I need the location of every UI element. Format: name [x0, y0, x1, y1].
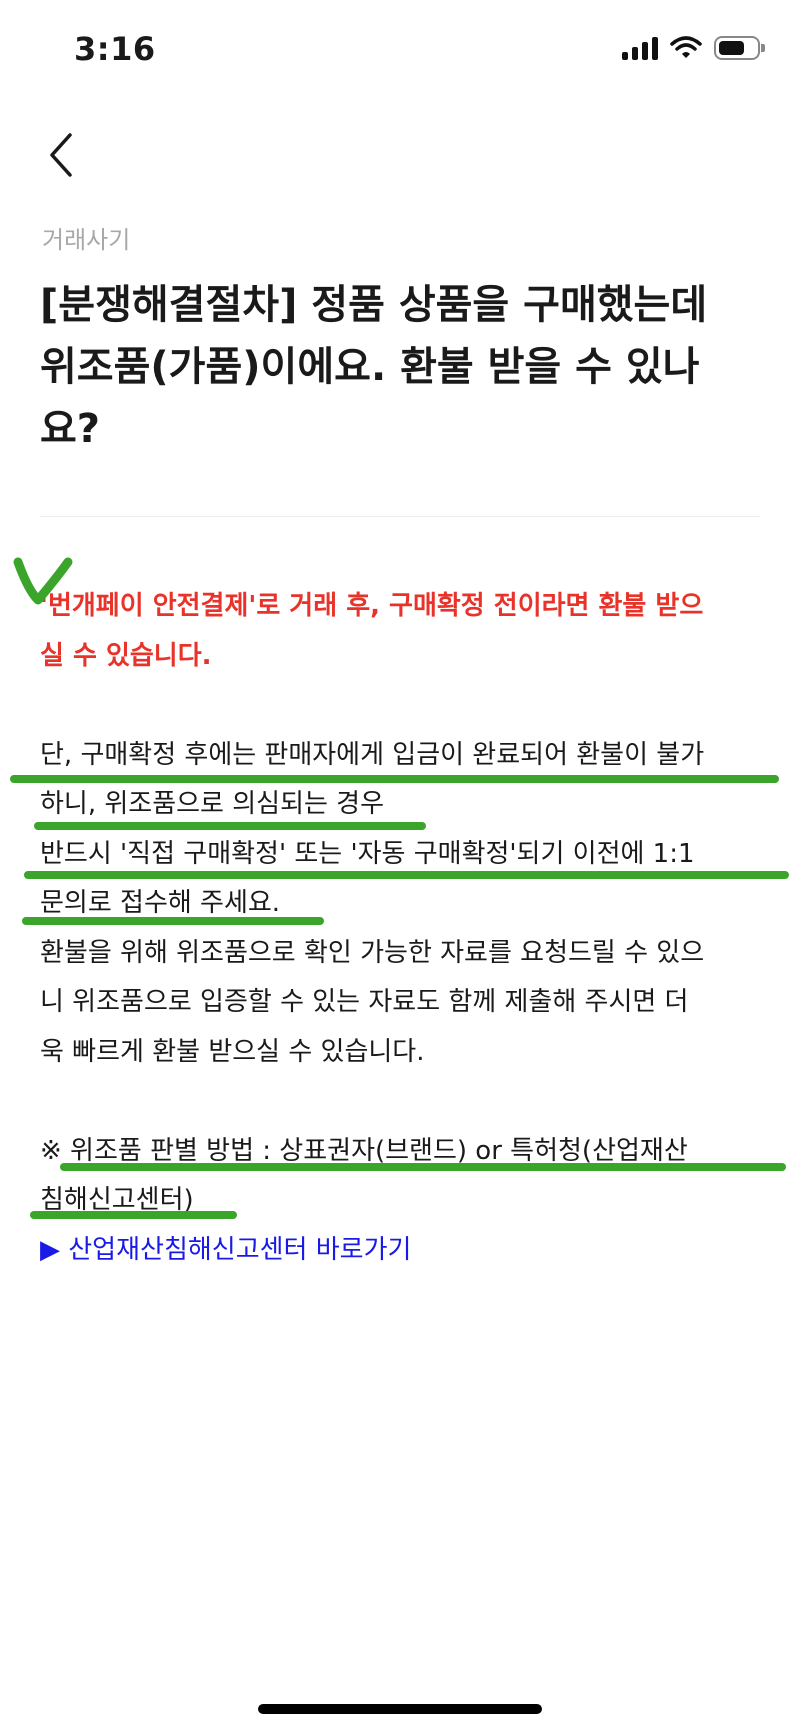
body-line: 환불을 위해 위조품으로 확인 가능한 자료를 요청드릴 수 있으 — [40, 937, 705, 968]
note-line: ※ 위조품 판별 방법 : 상표권자(브랜드) or 특허청(산업재산 — [40, 1135, 688, 1166]
note-line: 침해신고센터) — [40, 1185, 194, 1215]
title-line: [분쟁해결절차] 정품 상품을 구매했는데 — [40, 282, 708, 328]
body-line: 문의로 접수해 주세요. — [40, 888, 281, 918]
body-line: 반드시 '직접 구매확정' 또는 '자동 구매확정'되기 이전에 1:1 — [40, 838, 695, 869]
signal-icon — [622, 36, 658, 60]
article-title: [분쟁해결절차] 정품 상품을 구매했는데 위조품(가품)이에요. 환불 받을 … — [40, 274, 760, 460]
title-divider — [40, 516, 760, 517]
notice-line: '번개페이 안전결제'로 거래 후, 구매확정 전이라면 환불 받으 — [40, 591, 704, 621]
status-icons — [622, 36, 765, 60]
status-bar: 3:16 — [0, 0, 800, 100]
home-indicator[interactable] — [258, 1704, 542, 1714]
chevron-left-icon — [50, 133, 72, 177]
article-body: '번개페이 안전결제'로 거래 후, 구매확정 전이라면 환불 받으 실 수 있… — [40, 582, 770, 1275]
report-center-link[interactable]: ▶ 산업재산침해신고센터 바로가기 — [40, 1226, 770, 1276]
battery-icon — [714, 36, 765, 60]
back-button[interactable] — [42, 130, 82, 180]
title-line: 위조품(가품)이에요. 환불 받을 수 있나 — [40, 344, 700, 390]
article-category: 거래사기 — [42, 226, 131, 254]
body-line: 욱 빠르게 환불 받으실 수 있습니다. — [40, 1036, 425, 1067]
wifi-icon — [670, 36, 702, 58]
status-time: 3:16 — [74, 30, 156, 68]
body-line: 하니, 위조품으로 의심되는 경우 — [40, 789, 385, 819]
body-line: 니 위조품으로 입증할 수 있는 자료도 함께 제출해 주시면 더 — [40, 987, 689, 1017]
notice-line: 실 수 있습니다. — [40, 640, 212, 671]
title-line: 요? — [40, 406, 101, 452]
body-line: 단, 구매확정 후에는 판매자에게 입금이 완료되어 환불이 불가 — [40, 739, 705, 770]
